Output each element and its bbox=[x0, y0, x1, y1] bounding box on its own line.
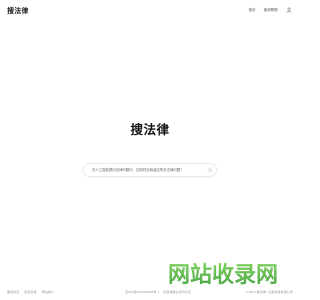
footer-copyright: © 2024 搜法律 | 北京科技有限公司 bbox=[245, 290, 293, 294]
footer-link-stats[interactable]: 网站统计 bbox=[42, 289, 54, 294]
nav-help-link[interactable]: 使用帮助 bbox=[264, 8, 278, 13]
top-bar: 搜法律 首页 使用帮助 bbox=[0, 0, 300, 22]
footer-icp-link[interactable]: 京ICP备2024000000号-1 bbox=[125, 289, 159, 294]
search-input[interactable] bbox=[92, 164, 207, 176]
search-box[interactable] bbox=[83, 163, 217, 177]
footer-link-privacy[interactable]: 隐私条款 bbox=[24, 289, 36, 294]
footer: 服务协议 隐私条款 网站统计 京ICP备2024000000号-1 增值电信业务… bbox=[0, 287, 300, 297]
footer-license-text: 增值电信业务许可证 bbox=[163, 290, 192, 294]
page-title: 搜法律 bbox=[130, 123, 170, 137]
user-icon[interactable] bbox=[286, 7, 292, 13]
nav-home-link[interactable]: 首页 bbox=[248, 8, 255, 13]
footer-left-links: 服务协议 隐私条款 网站统计 bbox=[7, 289, 54, 294]
top-nav: 首页 使用帮助 bbox=[248, 7, 292, 13]
logo[interactable]: 搜法律 bbox=[7, 6, 29, 16]
watermark-logo: 网站收录网 bbox=[153, 261, 293, 287]
footer-license: 京ICP备2024000000号-1 增值电信业务许可证 bbox=[125, 289, 191, 294]
footer-link-terms[interactable]: 服务协议 bbox=[7, 289, 19, 294]
page: 搜法律 首页 使用帮助 搜法律 在人工智能提问法律问题中，如何判定和适应所在法律… bbox=[0, 0, 300, 300]
watermark-text: 网站收录网 bbox=[168, 262, 278, 287]
send-arrow-icon[interactable] bbox=[207, 167, 213, 173]
